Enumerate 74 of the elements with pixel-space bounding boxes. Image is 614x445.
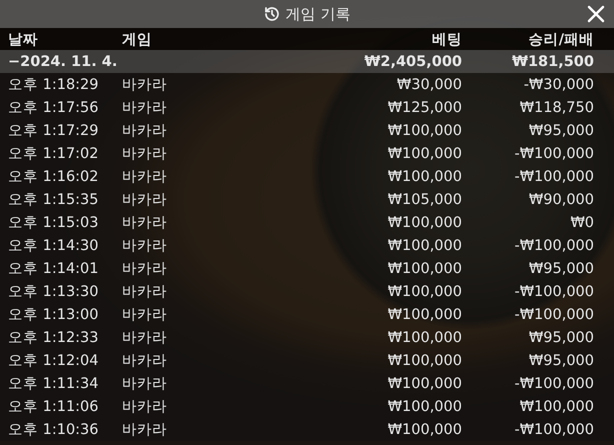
time-cell-text: 오후 1:13:00 [8, 306, 100, 324]
game-cell-text: 바카라 [122, 398, 168, 416]
result-cell-text: ₩90,000 [528, 192, 594, 208]
bet-cell-text: ₩100,000 [386, 398, 462, 414]
window-title: 게임 기록 [286, 4, 350, 24]
result-cell-text: -₩100,000 [513, 238, 594, 254]
game-cell-text: 바카라 [122, 168, 168, 186]
result-cell-text: -₩100,000 [513, 284, 594, 300]
result-cell-text: -₩100,000 [513, 306, 594, 322]
time-cell-text: 오후 1:11:34 [8, 375, 100, 393]
game-cell-text: 바카라 [122, 122, 168, 140]
column-header: 게임 [122, 30, 153, 48]
bet-cell-text: ₩100,000 [386, 238, 462, 254]
date-cell-text: −2024. 11. 4. [8, 54, 118, 70]
game-cell-text: 바카라 [122, 329, 168, 347]
game-cell-text: 바카라 [122, 375, 168, 393]
bet-cell-text: ₩105,000 [386, 192, 462, 208]
bet-cell-text: ₩100,000 [386, 122, 462, 138]
time-cell-text: 오후 1:17:29 [8, 122, 100, 140]
game-cell-text: 바카라 [122, 283, 168, 301]
game-cell-text: 바카라 [122, 145, 168, 163]
result-cell-text: ₩95,000 [528, 352, 594, 368]
time-cell-text: 오후 1:12:33 [8, 329, 100, 347]
column-header: 승리/패배 [528, 30, 594, 48]
time-cell-text: 오후 1:16:02 [8, 168, 100, 186]
result-cell-text: ₩95,000 [528, 122, 594, 138]
result-cell-text: -₩100,000 [513, 422, 594, 438]
total-bet-cell-text: ₩2,405,000 [363, 54, 462, 70]
game-cell-text: 바카라 [122, 191, 168, 209]
total-result-cell-text: ₩181,500 [510, 54, 594, 70]
time-cell-text: 오후 1:11:06 [8, 398, 100, 416]
time-cell-text: 오후 1:10:36 [8, 421, 100, 439]
close-button[interactable] [586, 4, 606, 24]
result-cell-text: ₩0 [569, 214, 594, 230]
history-icon [264, 6, 280, 22]
game-cell-text: 바카라 [122, 76, 168, 94]
result-cell-text: ₩100,000 [518, 398, 594, 414]
time-cell-text: 오후 1:15:35 [8, 191, 100, 209]
column-header: 날짜 [8, 30, 39, 48]
time-cell-text: 오후 1:13:30 [8, 283, 100, 301]
column-header: 베팅 [431, 30, 462, 48]
bet-cell-text: ₩100,000 [386, 330, 462, 346]
game-cell-text: 바카라 [122, 99, 168, 117]
time-cell-text: 오후 1:17:56 [8, 99, 100, 117]
game-cell-text: 바카라 [122, 214, 168, 232]
bet-cell-text: ₩100,000 [386, 168, 462, 184]
bet-cell-text: ₩100,000 [386, 146, 462, 162]
game-cell-text: 바카라 [122, 352, 168, 370]
game-cell-text: 바카라 [122, 421, 168, 439]
bet-cell-text: ₩100,000 [386, 306, 462, 322]
game-cell-text: 바카라 [122, 237, 168, 255]
time-cell-text: 오후 1:15:03 [8, 214, 100, 232]
bet-cell-text: ₩100,000 [386, 260, 462, 276]
bet-cell-text: ₩100,000 [386, 284, 462, 300]
result-cell-text: -₩30,000 [522, 76, 594, 92]
result-cell-text: -₩100,000 [513, 376, 594, 392]
result-cell-text: ₩95,000 [528, 330, 594, 346]
game-cell-text: 바카라 [122, 306, 168, 324]
result-cell-text: -₩100,000 [513, 168, 594, 184]
result-cell-text: -₩100,000 [513, 146, 594, 162]
result-cell-text: ₩118,750 [518, 100, 594, 116]
time-cell-text: 오후 1:18:29 [8, 76, 100, 94]
bet-cell-text: ₩100,000 [386, 376, 462, 392]
game-cell-text: 바카라 [122, 260, 168, 278]
time-cell-text: 오후 1:14:01 [8, 260, 100, 278]
result-cell-text: ₩95,000 [528, 260, 594, 276]
time-cell-text: 오후 1:17:02 [8, 145, 100, 163]
bet-cell-text: ₩100,000 [386, 214, 462, 230]
bet-cell-text: ₩100,000 [386, 352, 462, 368]
bet-cell-text: ₩125,000 [386, 100, 462, 116]
time-cell-text: 오후 1:14:30 [8, 237, 100, 255]
bet-cell-text: ₩30,000 [396, 76, 462, 92]
bet-cell-text: ₩100,000 [386, 422, 462, 438]
time-cell-text: 오후 1:12:04 [8, 352, 100, 370]
